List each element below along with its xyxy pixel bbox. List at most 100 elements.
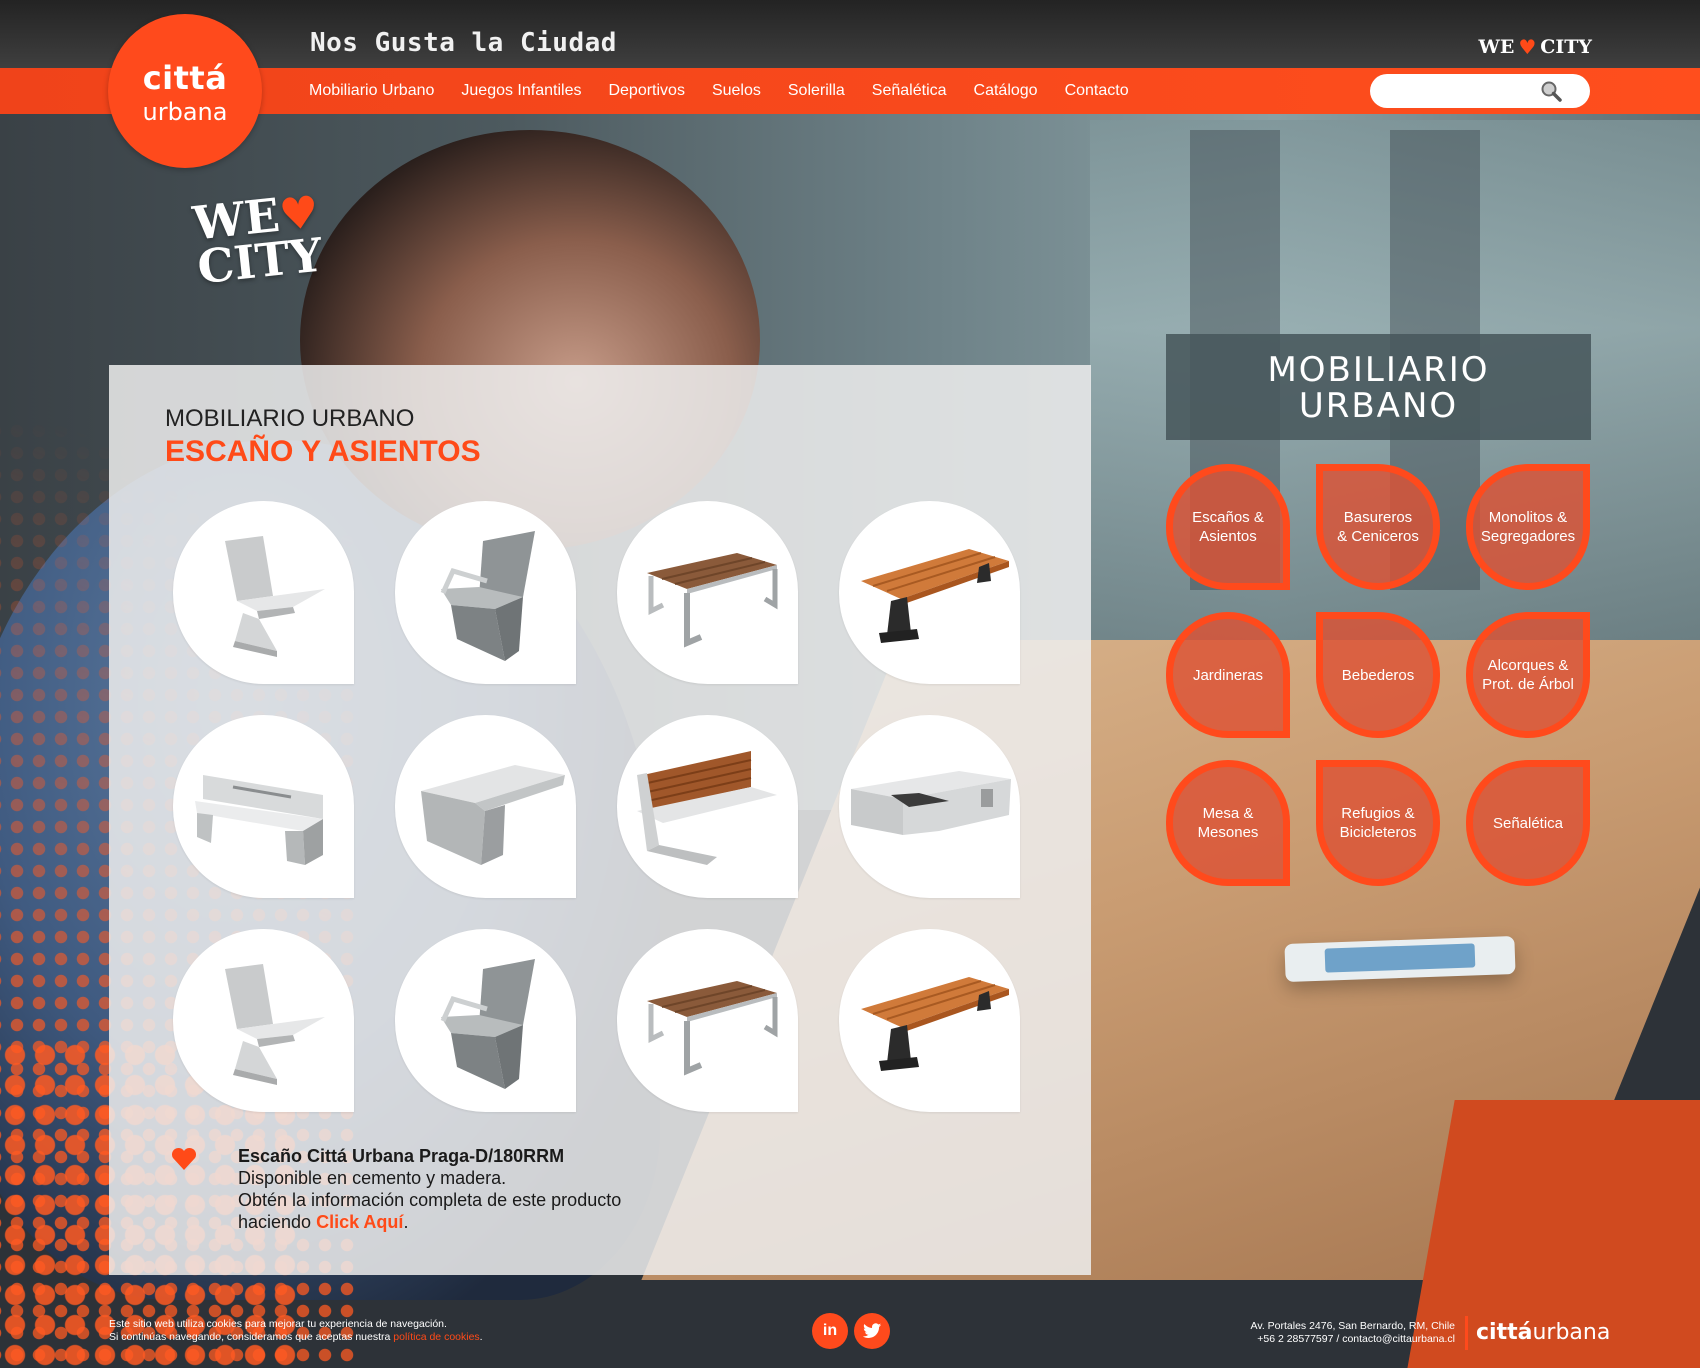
concrete-long-bench-icon bbox=[851, 771, 1011, 835]
cookie-policy-link[interactable]: política de cookies bbox=[393, 1331, 479, 1343]
concrete-chair-icon bbox=[225, 536, 325, 657]
category-label: Escaños & bbox=[1192, 509, 1264, 526]
category-label: Bicicleteros bbox=[1339, 824, 1417, 841]
category-bebederos[interactable]: Bebederos bbox=[1316, 612, 1440, 738]
category-label: Bebederos bbox=[1341, 666, 1415, 684]
product-tile[interactable] bbox=[173, 929, 354, 1112]
category-label: Jardineras bbox=[1192, 666, 1264, 684]
cookie-notice-end: . bbox=[479, 1331, 483, 1343]
logo-text-urbana: urbana bbox=[142, 98, 228, 126]
social-links: in bbox=[812, 1313, 890, 1349]
category-title-line2: URBANO bbox=[1298, 386, 1459, 426]
category-refugios-bicicleteros[interactable]: Refugios & Bicicleteros bbox=[1316, 760, 1440, 886]
category-grid: Escaños & Asientos Basureros & Ceniceros M… bbox=[1166, 464, 1590, 886]
nav-senaletica[interactable]: Señalética bbox=[872, 82, 947, 100]
category-label: Refugios & bbox=[1341, 805, 1415, 822]
main-nav: Mobiliario Urbano Juegos Infantiles Depo… bbox=[309, 68, 1129, 114]
product-tile[interactable] bbox=[395, 929, 576, 1112]
metal-wood-bench-icon bbox=[647, 981, 778, 1076]
category-monolitos-segregadores[interactable]: Monolitos & Segregadores bbox=[1466, 464, 1590, 590]
address-line: Av. Portales 2476, San Bernardo, RM, Chi… bbox=[1250, 1320, 1455, 1332]
nav-juegos-infantiles[interactable]: Juegos Infantiles bbox=[461, 82, 581, 100]
we-love-city-badge: WE♥ CITY bbox=[190, 187, 325, 295]
wood-slat-backrest-bench-icon bbox=[637, 751, 777, 865]
top-bar: Nos Gusta la Ciudad WE ♥ CITY bbox=[0, 0, 1700, 68]
nav-solerilla[interactable]: Solerilla bbox=[788, 82, 845, 100]
product-tile[interactable] bbox=[617, 929, 798, 1112]
click-here-link[interactable]: Click Aquí bbox=[316, 1212, 403, 1232]
contact-address: Av. Portales 2476, San Bernardo, RM, Chi… bbox=[1251, 1320, 1455, 1346]
we-label: WE bbox=[1478, 36, 1515, 58]
category-escanos-asientos[interactable]: Escaños & Asientos bbox=[1166, 464, 1290, 590]
cookie-notice: Este sitio web utiliza cookies para mejo… bbox=[109, 1318, 483, 1344]
cookie-notice-line2: Si continúas navegando, consideramos que… bbox=[109, 1331, 394, 1343]
product-tile[interactable] bbox=[839, 715, 1020, 898]
product-more-info: Obtén la información completa de este pr… bbox=[238, 1190, 622, 1210]
search-input[interactable] bbox=[1384, 80, 1548, 104]
wood-bench-icon bbox=[861, 977, 1009, 1071]
site-tagline: Nos Gusta la Ciudad bbox=[310, 28, 617, 58]
footer-logo-bold: cittá bbox=[1476, 1320, 1533, 1345]
nav-mobiliario-urbano[interactable]: Mobiliario Urbano bbox=[309, 82, 434, 100]
concrete-armchair-icon bbox=[440, 531, 535, 661]
category-label: Basureros bbox=[1343, 509, 1413, 526]
logo-text-citta: cittá bbox=[142, 59, 228, 97]
nav-suelos[interactable]: Suelos bbox=[712, 82, 761, 100]
nav-contacto[interactable]: Contacto bbox=[1065, 82, 1129, 100]
city-label: CITY bbox=[1540, 36, 1592, 58]
footer-logo[interactable]: cittáurbana bbox=[1476, 1320, 1610, 1345]
product-tile[interactable] bbox=[173, 715, 354, 898]
footer-logo-rest: urbana bbox=[1532, 1320, 1611, 1345]
category-senaletica[interactable]: Señalética bbox=[1466, 760, 1590, 886]
product-description: Escaño Cittá Urbana Praga-D/180RRM Dispo… bbox=[238, 1145, 758, 1233]
category-label: Mesa & bbox=[1202, 805, 1254, 822]
concrete-block-seat-icon bbox=[421, 765, 565, 865]
concrete-backrest-bench-icon bbox=[195, 775, 323, 865]
category-alcorques-proteccion-arbol[interactable]: Alcorques & Prot. de Árbol bbox=[1466, 612, 1590, 738]
citta-urbana-logo[interactable]: cittá urbana bbox=[108, 14, 262, 168]
category-title-box: MOBILIARIO URBANO bbox=[1166, 334, 1591, 440]
category-label: & Ceniceros bbox=[1337, 528, 1419, 545]
product-tile[interactable] bbox=[839, 501, 1020, 684]
product-name: Escaño Cittá Urbana Praga-D/180RRM bbox=[238, 1146, 565, 1166]
product-panel: MOBILIARIO URBANO ESCAÑO Y ASIENTOS Esca… bbox=[109, 365, 1091, 1275]
concrete-chair-icon bbox=[225, 964, 325, 1085]
phone-email-line: +56 2 28577597 / contacto@cittaurbana.cl bbox=[1257, 1333, 1455, 1345]
product-availability: Disponible en cemento y madera. bbox=[238, 1168, 507, 1188]
twitter-icon[interactable] bbox=[854, 1313, 890, 1349]
badge-city: CITY bbox=[194, 227, 325, 295]
category-basureros-ceniceros[interactable]: Basureros & Ceniceros bbox=[1316, 464, 1440, 590]
nav-deportivos[interactable]: Deportivos bbox=[608, 82, 684, 100]
nav-catalogo[interactable]: Catálogo bbox=[974, 82, 1038, 100]
product-tile[interactable] bbox=[617, 501, 798, 684]
section-eyebrow: MOBILIARIO URBANO bbox=[165, 405, 415, 432]
linkedin-icon[interactable]: in bbox=[812, 1313, 848, 1349]
product-more-info-suffix: . bbox=[403, 1212, 409, 1232]
category-mesa-mesones[interactable]: Mesa & Mesones bbox=[1166, 760, 1290, 886]
category-label: Monolitos & bbox=[1488, 509, 1568, 526]
product-more-info-prefix: haciendo bbox=[238, 1212, 317, 1232]
product-tile[interactable] bbox=[617, 715, 798, 898]
category-label: Asientos bbox=[1199, 528, 1257, 545]
category-jardineras[interactable]: Jardineras bbox=[1166, 612, 1290, 738]
product-tile[interactable] bbox=[395, 501, 576, 684]
category-title-line1: MOBILIARIO bbox=[1267, 350, 1490, 390]
category-label: Señalética bbox=[1492, 814, 1564, 832]
footer-divider bbox=[1465, 1316, 1468, 1350]
search-icon[interactable] bbox=[1540, 80, 1562, 102]
metal-wood-bench-icon bbox=[647, 553, 778, 648]
product-tile[interactable] bbox=[173, 501, 354, 684]
category-label: Mesones bbox=[1197, 824, 1259, 841]
search-box bbox=[1370, 74, 1590, 108]
product-tile[interactable] bbox=[839, 929, 1020, 1112]
category-label: Alcorques & bbox=[1487, 657, 1569, 674]
page-title: ESCAÑO Y ASIENTOS bbox=[165, 435, 481, 468]
twitter-bird-icon bbox=[862, 1323, 882, 1338]
category-label: Segregadores bbox=[1480, 528, 1576, 545]
heart-icon bbox=[171, 1147, 197, 1170]
wood-bench-icon bbox=[861, 549, 1009, 643]
heart-icon: ♥ bbox=[1518, 35, 1537, 59]
cookie-notice-line1: Este sitio web utiliza cookies para mejo… bbox=[109, 1318, 447, 1330]
product-tile[interactable] bbox=[395, 715, 576, 898]
concrete-armchair-icon bbox=[440, 959, 535, 1089]
